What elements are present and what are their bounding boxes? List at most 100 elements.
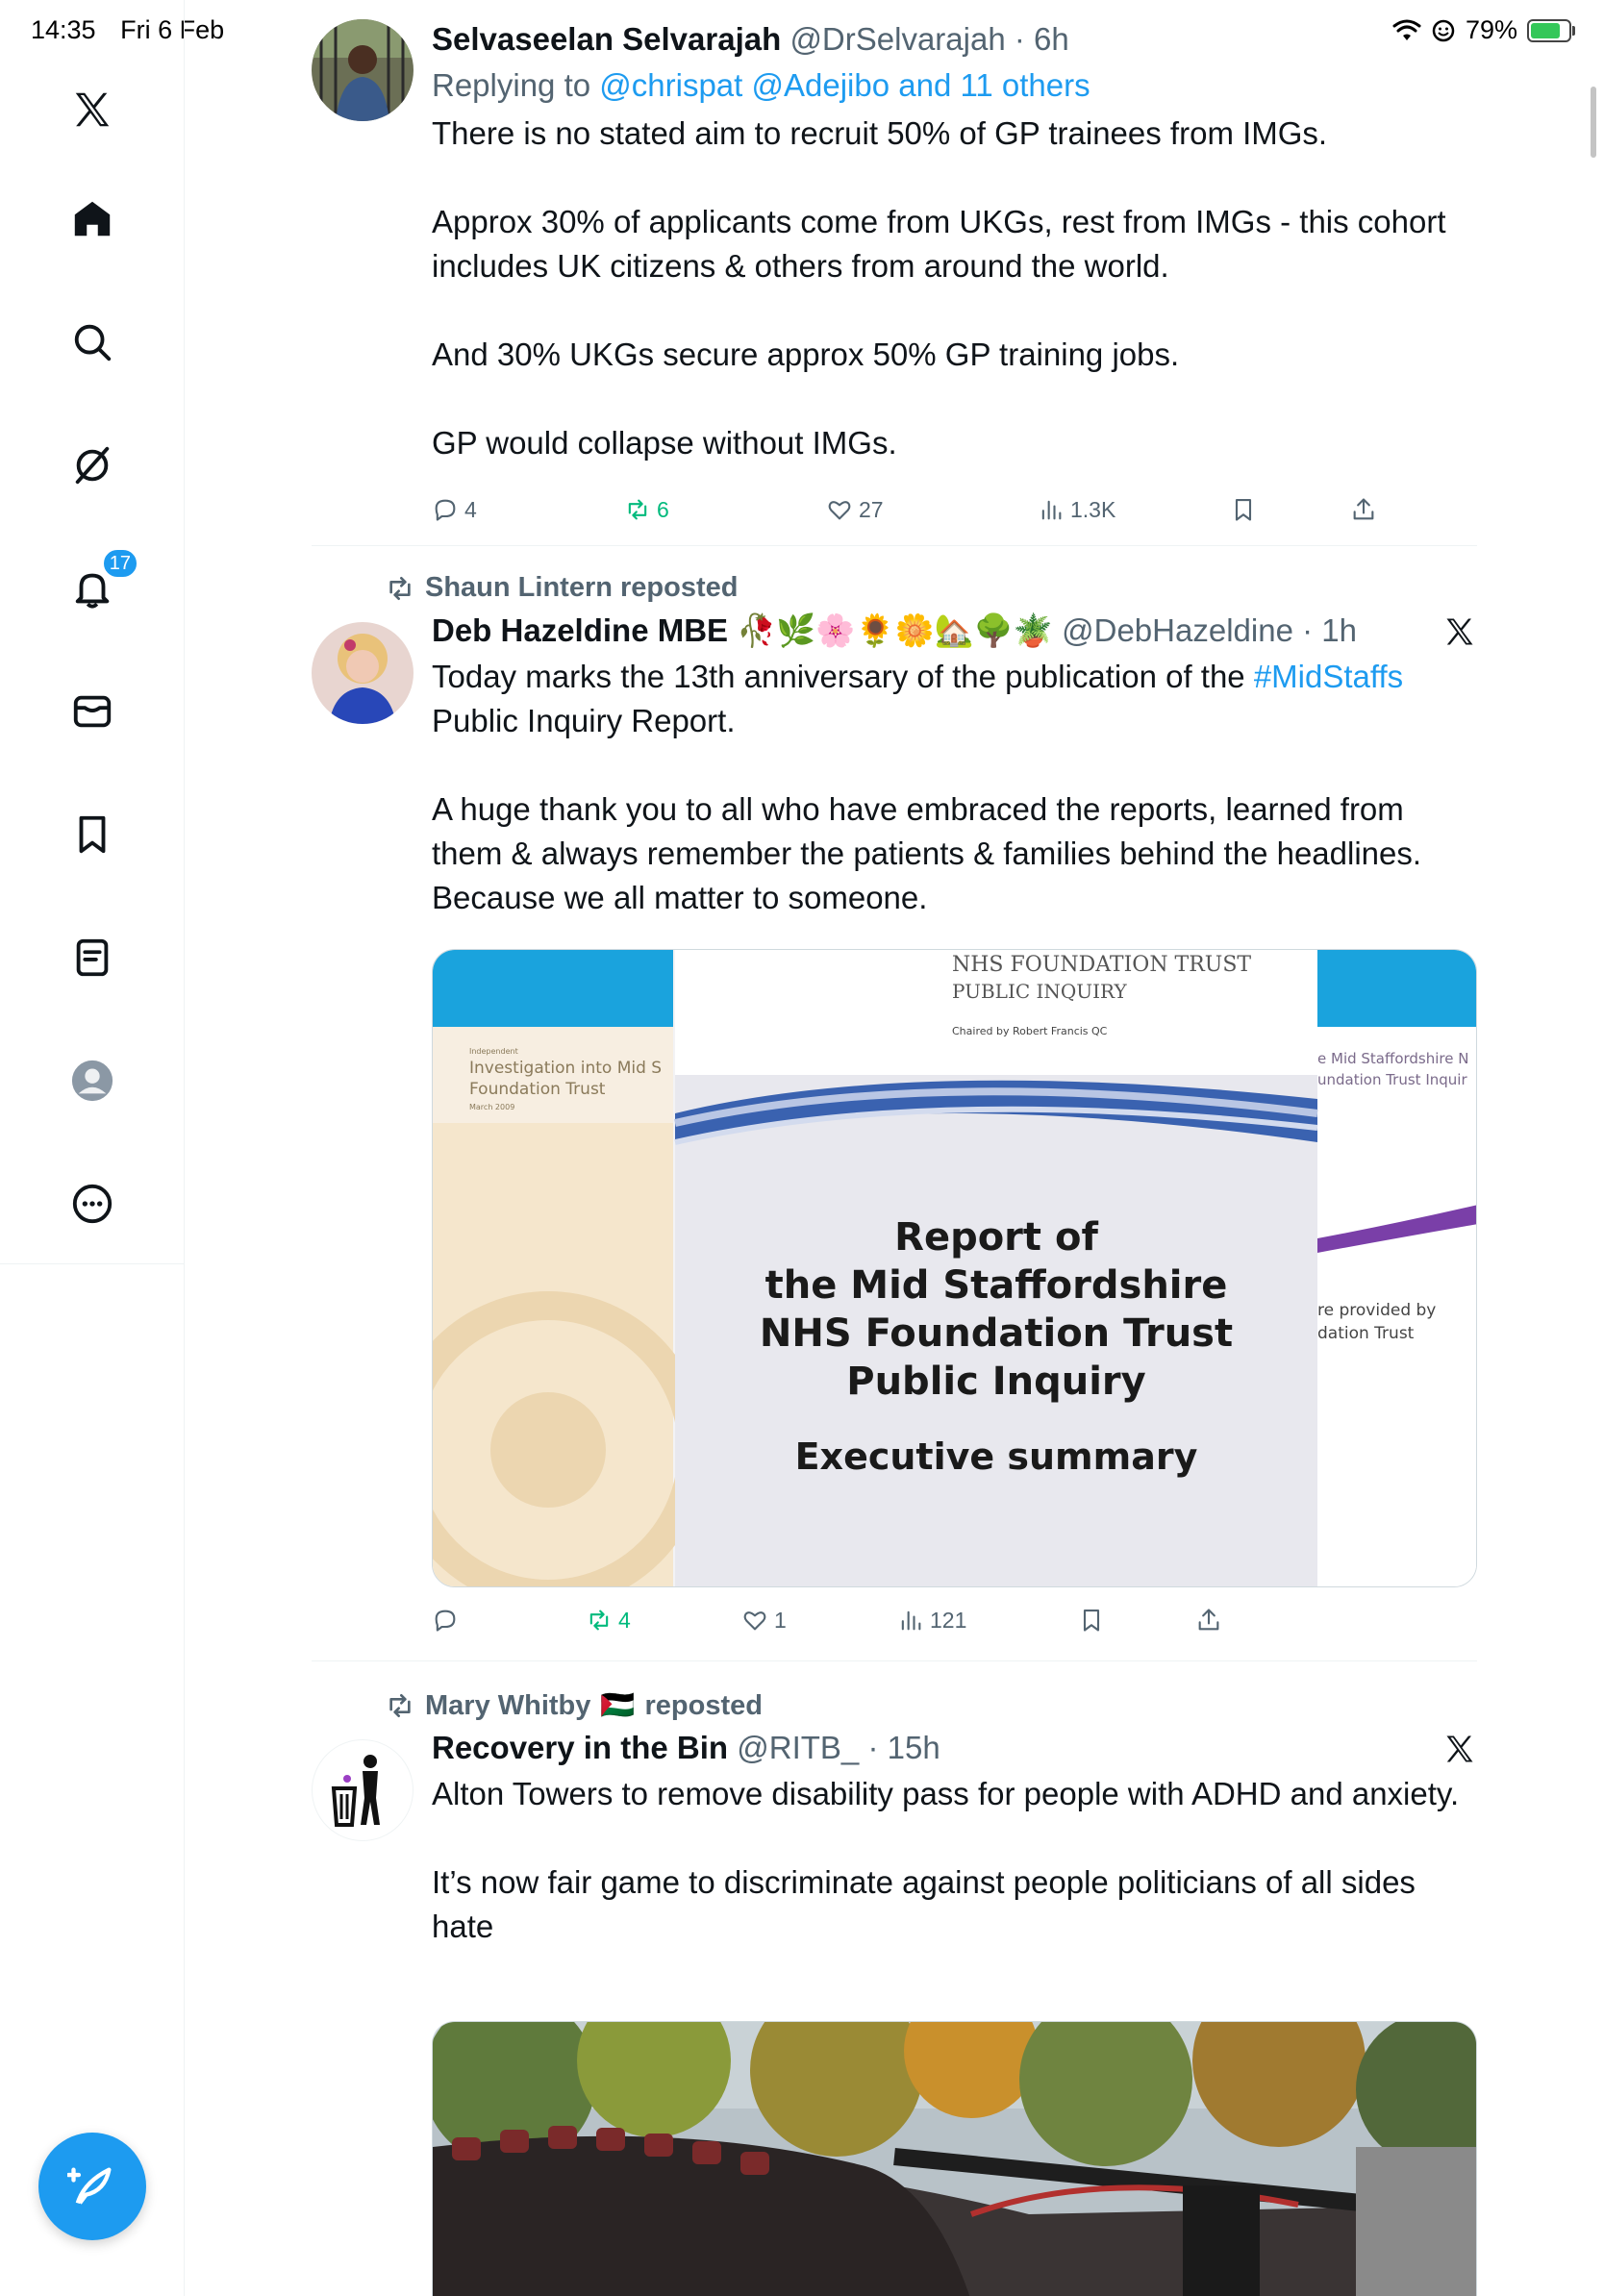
views-chart-icon xyxy=(1041,500,1062,520)
user-handle[interactable]: @DrSelvarajah xyxy=(789,21,1005,57)
avatar[interactable] xyxy=(312,1739,414,1841)
repost-indicator-icon xyxy=(389,1694,411,1717)
user-handle[interactable]: @RITB_ xyxy=(737,1730,859,1765)
repost-attribution[interactable]: Shaun Lintern reposted xyxy=(385,572,738,604)
tweet-selvarajah[interactable]: Selvaseelan Selvarajah @DrSelvarajah · 6… xyxy=(312,19,1477,538)
display-name[interactable]: Selvaseelan Selvarajah xyxy=(432,21,781,57)
reply-icon xyxy=(435,1610,456,1632)
reply-icon xyxy=(435,499,456,521)
repost-count: 6 xyxy=(657,496,669,522)
bookmark-icon xyxy=(1083,1610,1100,1632)
views-chart-icon xyxy=(901,1610,921,1631)
notifications-bell-icon[interactable]: 17 xyxy=(63,548,138,617)
repost-attribution[interactable]: Mary Whitby 🇵🇸 reposted xyxy=(385,1689,763,1722)
x-logo-icon[interactable] xyxy=(1442,614,1477,649)
repost-icon xyxy=(628,499,647,520)
share-button[interactable] xyxy=(1195,1607,1222,1634)
scrollbar[interactable] xyxy=(1591,87,1596,158)
cover-title-line-3: NHS Foundation Trust xyxy=(760,1311,1233,1356)
repost-icon xyxy=(589,1610,609,1631)
left-cover-title-1: Investigation into Mid S xyxy=(469,1059,662,1078)
tweet-header: Selvaseelan Selvarajah @DrSelvarajah · 6… xyxy=(432,21,1069,57)
tweet-image[interactable]: NHS FOUNDATION TRUST PUBLIC INQUIRY Chai… xyxy=(432,949,1477,1587)
left-cover-small: Independent xyxy=(469,1047,518,1056)
avatar[interactable] xyxy=(312,19,414,121)
compose-feather-icon xyxy=(67,2167,112,2205)
compose-post-button[interactable] xyxy=(38,2133,146,2240)
right-cover-title-2: undation Trust Inquir xyxy=(1317,1071,1467,1088)
x-logo-icon[interactable] xyxy=(63,81,121,138)
report-cover-image: NHS FOUNDATION TRUST PUBLIC INQUIRY Chai… xyxy=(433,950,1476,1586)
bookmarks-icon[interactable] xyxy=(63,806,121,863)
tweet-paragraph: GP would collapse without IMGs. xyxy=(432,425,897,461)
cover-title-line-1: Report of xyxy=(894,1215,1098,1260)
display-name[interactable]: Deb Hazeldine MBE xyxy=(432,612,728,648)
tweet-divider xyxy=(312,1660,1477,1661)
reply-count: 4 xyxy=(464,496,477,522)
repost-count: 4 xyxy=(618,1607,631,1633)
avatar[interactable] xyxy=(312,622,414,724)
tweet-divider xyxy=(312,545,1477,546)
cover-subtitle: Executive summary xyxy=(795,1435,1198,1478)
reposted-by-text: Shaun Lintern reposted xyxy=(425,572,739,603)
tweet-text: Today marks the 13th anniversary of the … xyxy=(432,655,1477,920)
search-icon[interactable] xyxy=(63,313,121,371)
replying-to-users[interactable]: @chrispat @Adejibo and 11 others xyxy=(599,67,1090,103)
tweet-recovery-in-the-bin[interactable]: Mary Whitby 🇵🇸 reposted Recovery in the … xyxy=(312,1689,1477,2296)
repost-button[interactable]: 6 xyxy=(624,496,669,523)
replying-to-prefix: Replying to xyxy=(432,67,600,103)
user-handle[interactable]: @DebHazeldine xyxy=(1062,612,1293,648)
tweet-paragraph: Alton Towers to remove disability pass f… xyxy=(432,1776,1460,1811)
sidebar-divider xyxy=(0,1263,185,1264)
home-icon[interactable] xyxy=(63,190,121,248)
tweet-text: Alton Towers to remove disability pass f… xyxy=(432,1772,1477,1949)
tweet-image[interactable] xyxy=(432,2021,1477,2296)
views-button[interactable]: 1.3K xyxy=(1038,496,1115,523)
like-count: 27 xyxy=(859,496,884,522)
replying-to: Replying to @chrispat @Adejibo and 11 ot… xyxy=(432,63,1477,108)
x-logo-icon[interactable] xyxy=(1442,1732,1477,1766)
battery-level-fill xyxy=(1531,22,1561,38)
like-button[interactable]: 1 xyxy=(741,1607,787,1634)
repost-button[interactable]: 4 xyxy=(586,1607,631,1634)
bookmark-button[interactable] xyxy=(1078,1607,1105,1634)
reply-button[interactable] xyxy=(432,1607,459,1634)
bookmark-icon xyxy=(1235,499,1252,521)
cover-title-line-4: Public Inquiry xyxy=(846,1360,1145,1404)
name-emoji: 🥀🌿🌸🌻🌼🏡🌳🪴 xyxy=(737,612,1053,648)
tweet-paragraph: Approx 30% of applicants come from UKGs,… xyxy=(432,204,1446,284)
cover-header-org: NHS FOUNDATION TRUST xyxy=(952,953,1251,977)
tweet-text-part: Public Inquiry Report. xyxy=(432,703,736,738)
lists-icon[interactable] xyxy=(63,929,121,986)
share-button[interactable] xyxy=(1350,496,1377,523)
profile-avatar-icon[interactable] xyxy=(63,1052,121,1110)
tweet-time[interactable]: 6h xyxy=(1034,21,1069,57)
tweet-time[interactable]: 1h xyxy=(1321,612,1357,648)
heart-icon xyxy=(828,501,851,520)
tweet-paragraph: And 30% UKGs secure approx 50% GP traini… xyxy=(432,337,1180,372)
tweet-actions: 4 6 27 1.3K xyxy=(432,490,1477,529)
more-options-icon[interactable] xyxy=(63,1175,121,1233)
view-count: 121 xyxy=(930,1607,967,1633)
cover-title-line-2: the Mid Staffordshire xyxy=(765,1263,1228,1308)
views-button[interactable]: 121 xyxy=(897,1607,966,1634)
bookmark-button[interactable] xyxy=(1230,496,1257,523)
reposted-by-flag: 🇵🇸 xyxy=(600,1690,636,1721)
tweet-paragraph: It’s now fair game to discriminate again… xyxy=(432,1864,1416,1944)
view-count: 1.3K xyxy=(1070,496,1116,522)
right-cover-note-2: dation Trust xyxy=(1317,1324,1415,1343)
like-button[interactable]: 27 xyxy=(826,496,884,523)
share-icon xyxy=(1353,498,1374,520)
reposted-by-suffix: reposted xyxy=(644,1689,763,1721)
reply-button[interactable]: 4 xyxy=(432,496,477,523)
hashtag-link[interactable]: #MidStaffs xyxy=(1254,659,1403,694)
display-name[interactable]: Recovery in the Bin xyxy=(432,1730,728,1765)
tweet-time[interactable]: 15h xyxy=(888,1730,940,1765)
tweet-header: Recovery in the Bin @RITB_ · 15h xyxy=(432,1730,940,1765)
battery-icon xyxy=(1527,18,1575,42)
tweet-hazeldine[interactable]: Shaun Lintern reposted Deb Hazeldine MBE… xyxy=(312,572,1477,1633)
grok-icon[interactable] xyxy=(63,437,121,494)
left-cover-title-2: Foundation Trust xyxy=(469,1080,606,1099)
tweet-text-part: Today marks the 13th anniversary of the … xyxy=(432,659,1254,694)
messages-icon[interactable] xyxy=(63,683,121,740)
